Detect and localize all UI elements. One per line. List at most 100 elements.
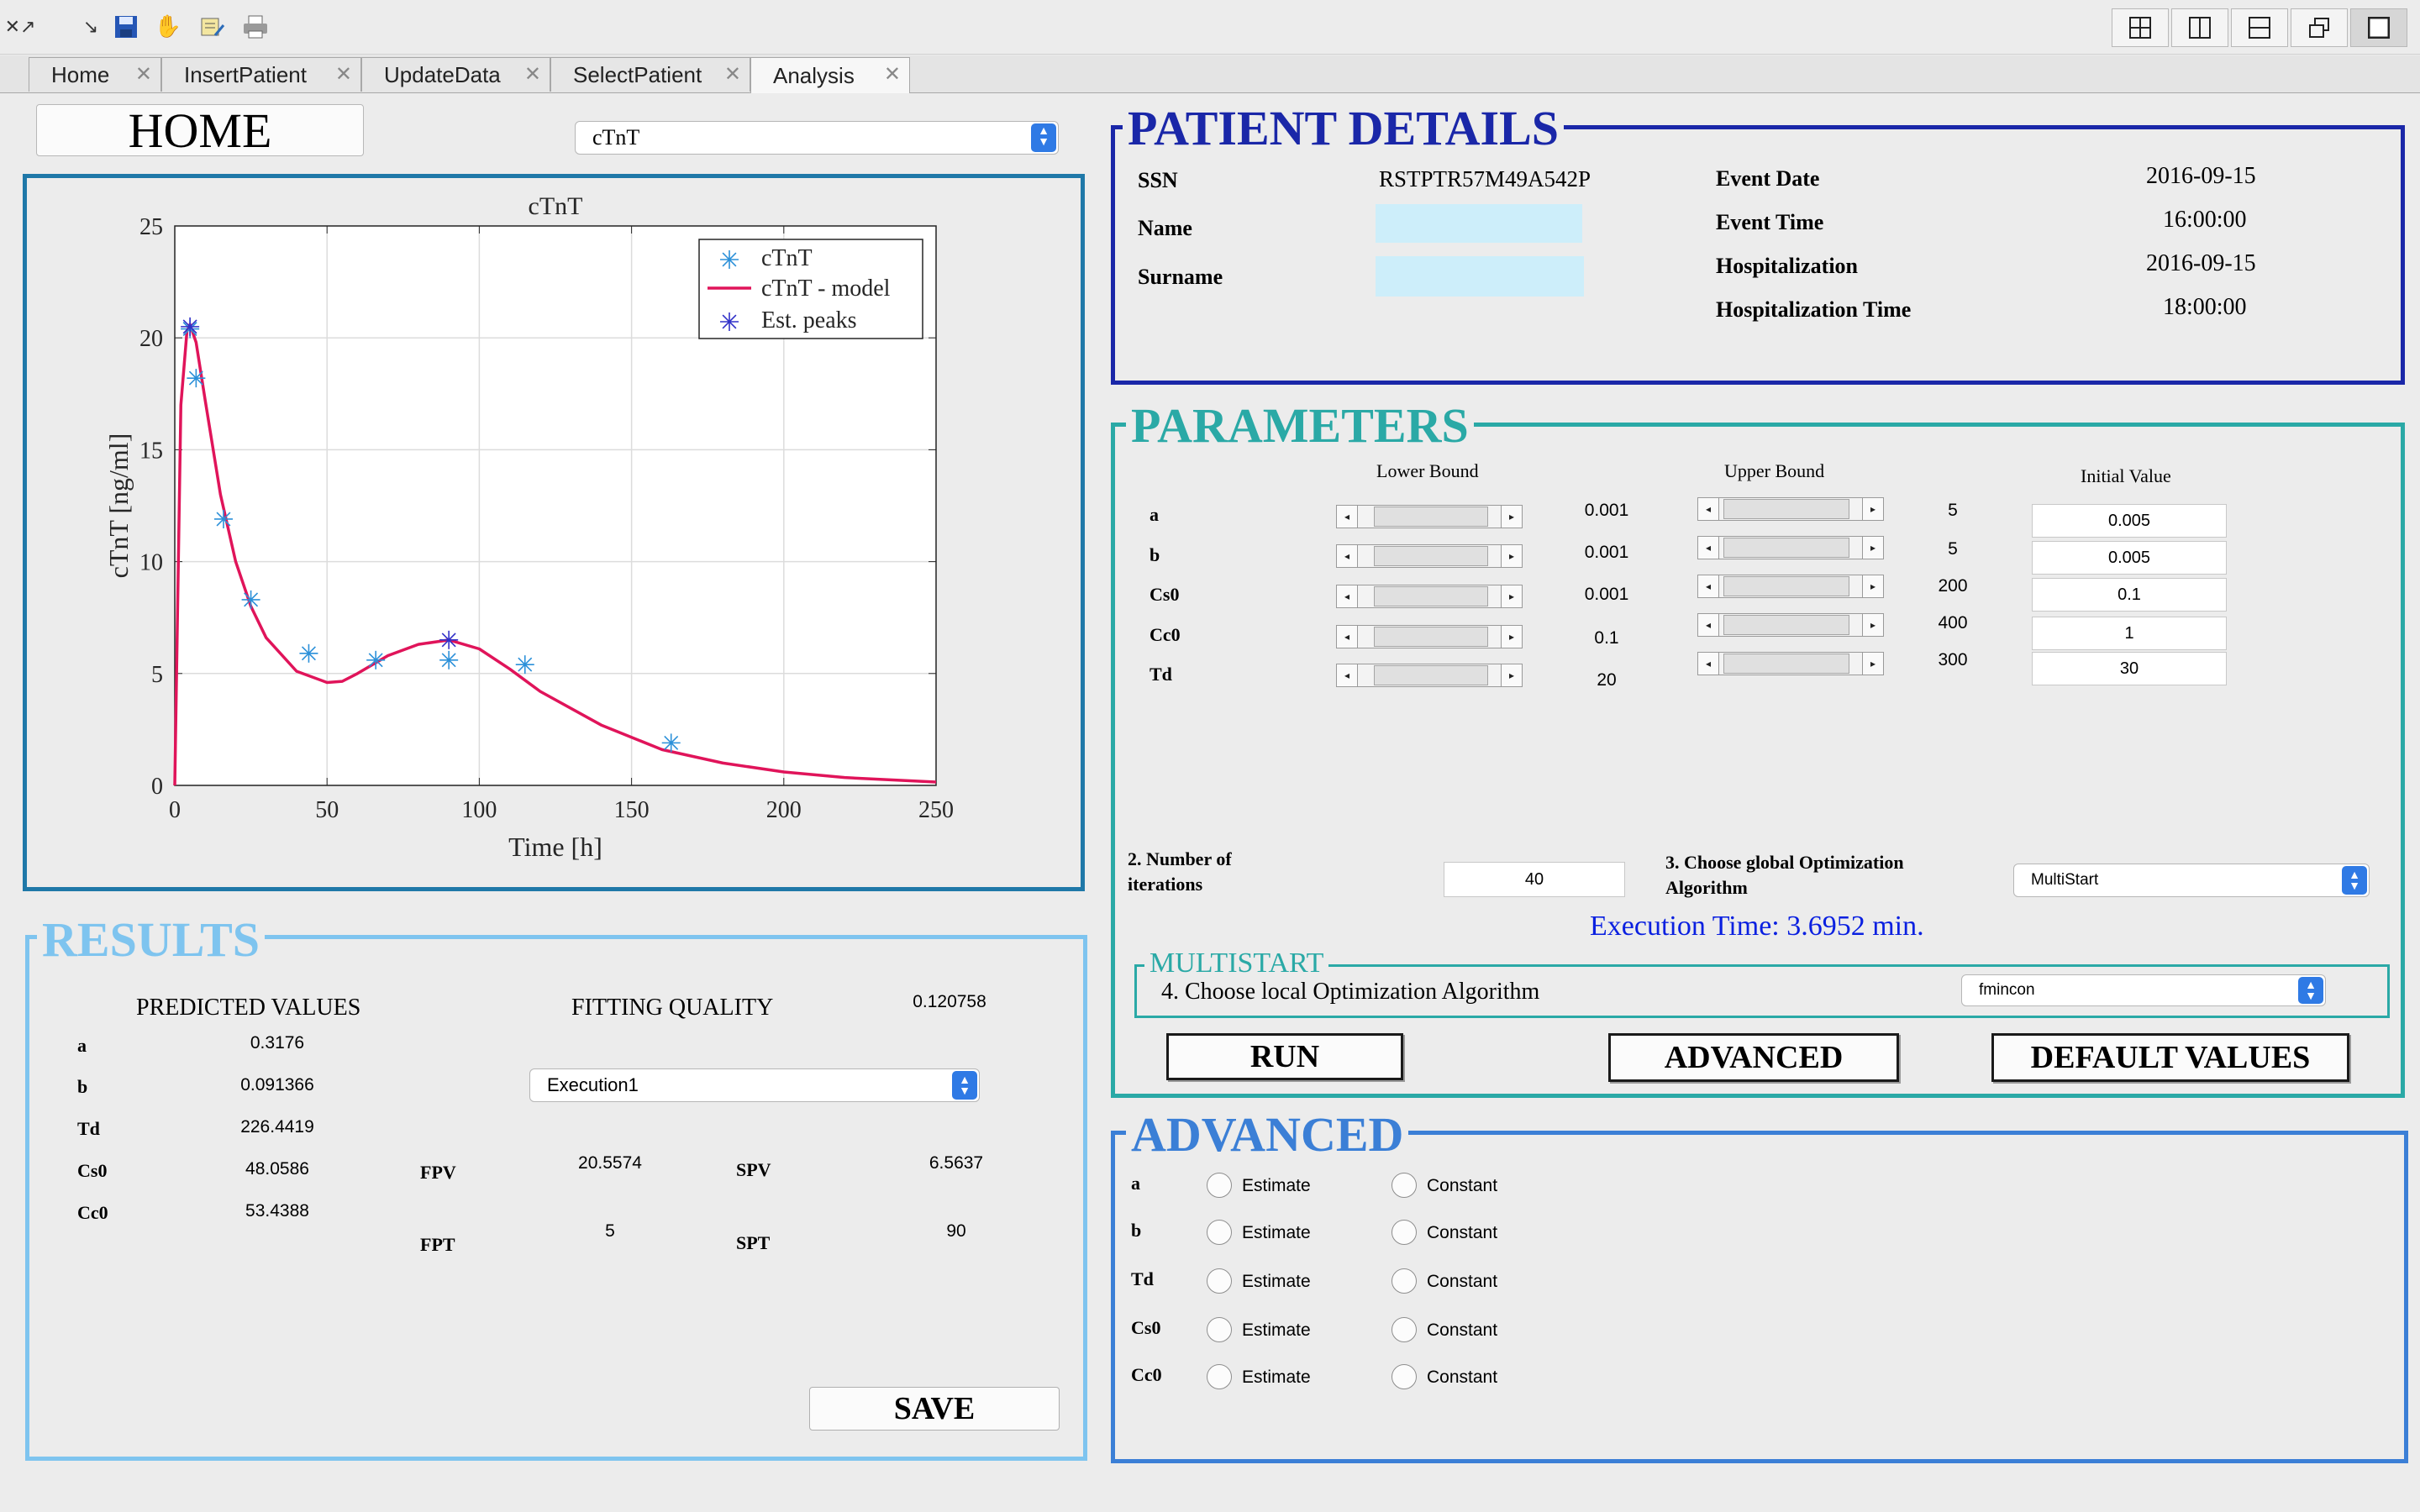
- estimate-radio-cs0[interactable]: [1207, 1317, 1232, 1342]
- slider-left-arrow-icon[interactable]: ◂: [1337, 626, 1358, 648]
- chevron-updown-icon: ▲ ▼: [952, 1071, 977, 1100]
- ctnt-chart[interactable]: 0 50 100 150 200 250 0 5 10 15 20 25 cTnT Time [h] cTn…: [27, 178, 1081, 887]
- print-icon[interactable]: [240, 12, 271, 42]
- estimate-radio-b[interactable]: [1207, 1220, 1232, 1245]
- slider-left-arrow-icon[interactable]: ◂: [1698, 498, 1719, 520]
- slider-right-arrow-icon[interactable]: ▸: [1501, 664, 1522, 686]
- name-field[interactable]: [1376, 204, 1582, 243]
- data-point-marker: [439, 650, 459, 669]
- lower-bound-slider-cs0[interactable]: ◂ ▸: [1336, 585, 1523, 608]
- lower-bound-slider-b[interactable]: ◂ ▸: [1336, 544, 1523, 568]
- slider-thumb[interactable]: [1723, 654, 1849, 674]
- constant-radio-a[interactable]: [1392, 1173, 1417, 1198]
- slider-thumb[interactable]: [1374, 627, 1488, 647]
- upper-bound-slider-td[interactable]: ◂ ▸: [1697, 652, 1884, 675]
- pan-hand-icon[interactable]: ✋: [153, 12, 183, 42]
- upper-bound-slider-cc0[interactable]: ◂ ▸: [1697, 613, 1884, 637]
- slider-right-arrow-icon[interactable]: ▸: [1862, 498, 1883, 520]
- upper-bound-slider-cs0[interactable]: ◂ ▸: [1697, 575, 1884, 598]
- advanced-button[interactable]: ADVANCED: [1608, 1033, 1899, 1082]
- tab-label: InsertPatient: [184, 61, 307, 87]
- close-icon[interactable]: ✕: [524, 62, 541, 87]
- local-algorithm-select[interactable]: fmincon ▲ ▼: [1961, 974, 2326, 1006]
- tab-insertpatient[interactable]: InsertPatient ✕: [161, 57, 361, 92]
- close-icon[interactable]: ✕: [135, 62, 152, 87]
- maximize-layout-icon[interactable]: [2350, 8, 2407, 47]
- slider-thumb[interactable]: [1374, 665, 1488, 685]
- slider-right-arrow-icon[interactable]: ▸: [1862, 653, 1883, 675]
- upper-bound-slider-a[interactable]: ◂ ▸: [1697, 497, 1884, 521]
- slider-left-arrow-icon[interactable]: ◂: [1698, 614, 1719, 636]
- upper-bound-slider-b[interactable]: ◂ ▸: [1697, 536, 1884, 559]
- arrow-icon[interactable]: ↘: [76, 12, 106, 42]
- iterations-input[interactable]: 40: [1444, 862, 1625, 897]
- advanced-label-a: a: [1131, 1173, 1140, 1194]
- slider-left-arrow-icon[interactable]: ◂: [1337, 545, 1358, 567]
- constant-radio-cc0[interactable]: [1392, 1364, 1417, 1389]
- estimate-radio-a[interactable]: [1207, 1173, 1232, 1198]
- initial-value-header: Initial Value: [2081, 465, 2171, 486]
- global-algorithm-select[interactable]: MultiStart ▲ ▼: [2013, 864, 2370, 897]
- slider-right-arrow-icon[interactable]: ▸: [1501, 506, 1522, 528]
- plot-select[interactable]: cTnT ▲ ▼: [575, 121, 1059, 155]
- default-values-button[interactable]: DEFAULT VALUES: [1991, 1033, 2349, 1082]
- close-icon[interactable]: ✕: [724, 62, 741, 87]
- save-icon[interactable]: [111, 12, 141, 42]
- slider-left-arrow-icon[interactable]: ◂: [1337, 664, 1358, 686]
- undock-icon[interactable]: ✕↗: [5, 12, 36, 42]
- slider-thumb[interactable]: [1374, 546, 1488, 566]
- top-bottom-layout-icon[interactable]: [2231, 8, 2288, 47]
- slider-thumb[interactable]: [1723, 576, 1849, 596]
- tab-updatedata[interactable]: UpdateData ✕: [361, 57, 550, 92]
- initial-value-input-cc0[interactable]: 1: [2032, 617, 2227, 650]
- spt-label: SPT: [736, 1232, 771, 1253]
- slider-right-arrow-icon[interactable]: ▸: [1501, 585, 1522, 607]
- save-button[interactable]: SAVE: [809, 1387, 1060, 1431]
- slider-right-arrow-icon[interactable]: ▸: [1862, 537, 1883, 559]
- y-tick-label: 5: [151, 662, 163, 688]
- lower-bound-slider-cc0[interactable]: ◂ ▸: [1336, 625, 1523, 648]
- slider-left-arrow-icon[interactable]: ◂: [1337, 585, 1358, 607]
- left-right-layout-icon[interactable]: [2171, 8, 2228, 47]
- close-icon[interactable]: ✕: [335, 62, 352, 87]
- constant-radio-b[interactable]: [1392, 1220, 1417, 1245]
- tab-analysis[interactable]: Analysis ✕: [750, 57, 910, 93]
- estimate-radio-td[interactable]: [1207, 1268, 1232, 1294]
- slider-right-arrow-icon[interactable]: ▸: [1501, 626, 1522, 648]
- slider-left-arrow-icon[interactable]: ◂: [1337, 506, 1358, 528]
- edit-plot-icon[interactable]: [197, 12, 227, 42]
- execution-select[interactable]: Execution1 ▲ ▼: [529, 1068, 980, 1102]
- slider-thumb[interactable]: [1374, 507, 1488, 527]
- slider-left-arrow-icon[interactable]: ◂: [1698, 537, 1719, 559]
- run-button[interactable]: RUN: [1166, 1033, 1403, 1080]
- initial-value-input-td[interactable]: 30: [2032, 652, 2227, 685]
- estimate-radio-cc0[interactable]: [1207, 1364, 1232, 1389]
- initial-value-input-cs0[interactable]: 0.1: [2032, 578, 2227, 612]
- lower-bound-value-td: 20: [1597, 670, 1617, 690]
- constant-radio-td[interactable]: [1392, 1268, 1417, 1294]
- slider-thumb[interactable]: [1723, 499, 1849, 519]
- slider-thumb[interactable]: [1374, 586, 1488, 606]
- float-layout-icon[interactable]: [2291, 8, 2348, 47]
- surname-field[interactable]: [1376, 256, 1584, 297]
- initial-value-input-a[interactable]: 0.005: [2032, 504, 2227, 538]
- slider-right-arrow-icon[interactable]: ▸: [1862, 614, 1883, 636]
- slider-left-arrow-icon[interactable]: ◂: [1698, 653, 1719, 675]
- lower-bound-slider-td[interactable]: ◂ ▸: [1336, 664, 1523, 687]
- slider-left-arrow-icon[interactable]: ◂: [1698, 575, 1719, 597]
- event-time-label: Event Time: [1716, 210, 1824, 234]
- tab-selectpatient[interactable]: SelectPatient ✕: [550, 57, 750, 92]
- results-title: RESULTS: [37, 916, 266, 964]
- grid-layout-icon[interactable]: [2112, 8, 2169, 47]
- slider-right-arrow-icon[interactable]: ▸: [1862, 575, 1883, 597]
- initial-value-input-b[interactable]: 0.005: [2032, 541, 2227, 575]
- slider-thumb[interactable]: [1723, 615, 1849, 635]
- tab-home[interactable]: Home ✕: [29, 57, 161, 92]
- constant-radio-cs0[interactable]: [1392, 1317, 1417, 1342]
- advanced-label-b: b: [1131, 1220, 1142, 1241]
- slider-right-arrow-icon[interactable]: ▸: [1501, 545, 1522, 567]
- lower-bound-slider-a[interactable]: ◂ ▸: [1336, 505, 1523, 528]
- close-icon[interactable]: ✕: [884, 62, 901, 87]
- slider-thumb[interactable]: [1723, 538, 1849, 558]
- home-button[interactable]: HOME: [36, 103, 364, 158]
